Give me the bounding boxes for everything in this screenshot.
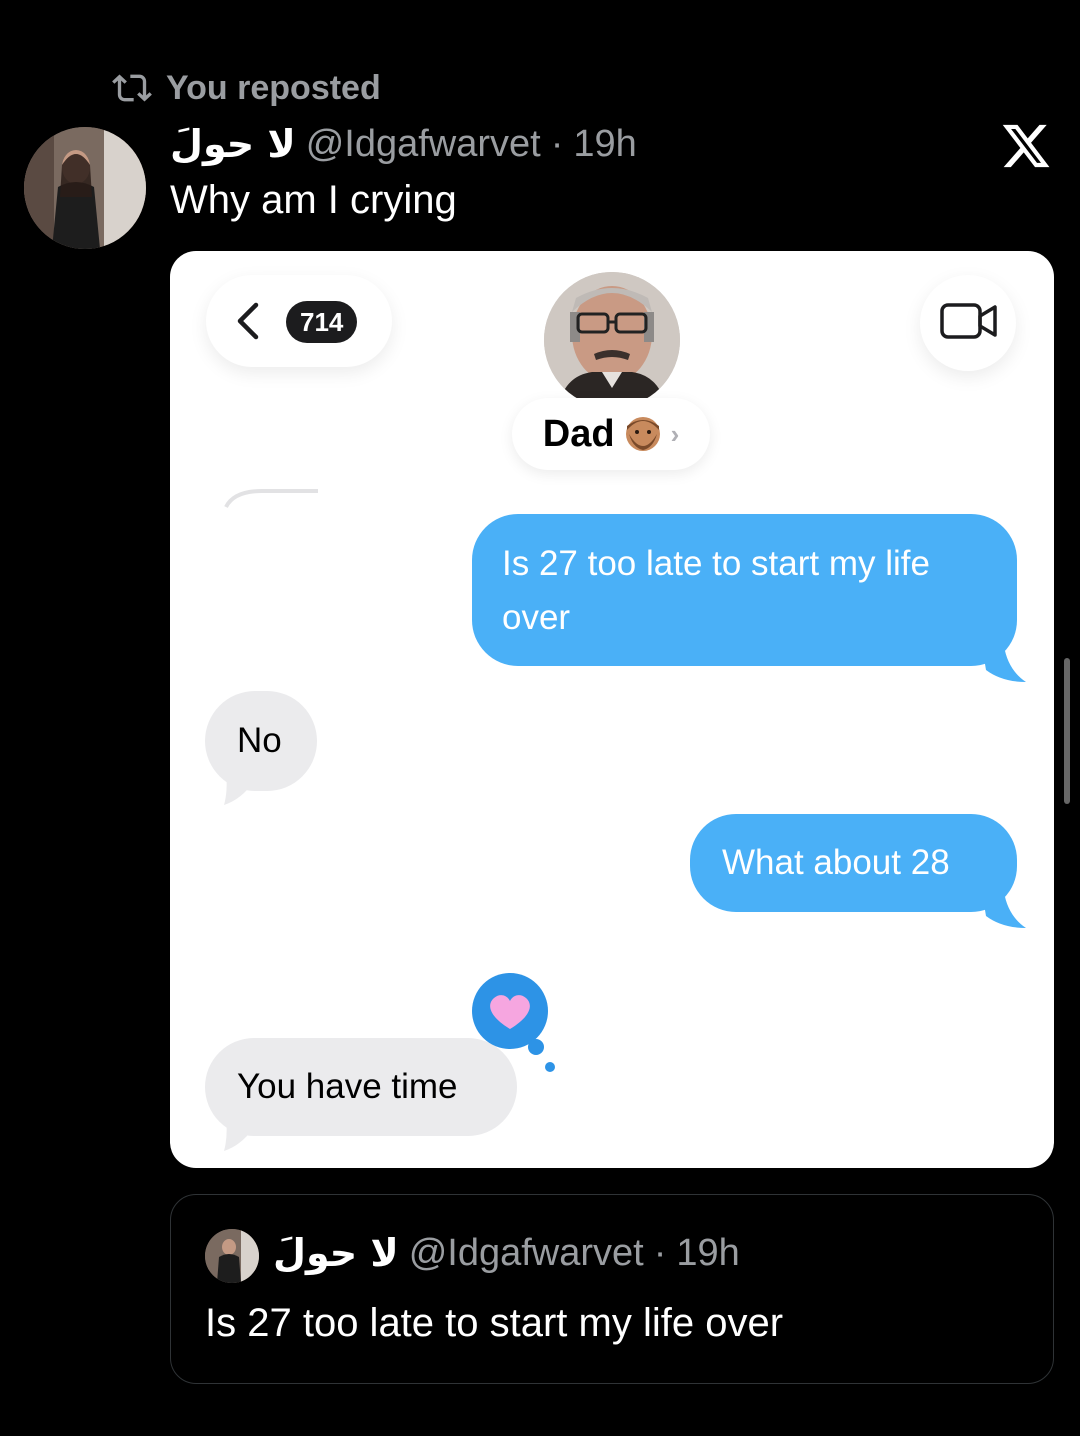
bearded-man-emoji-icon <box>625 417 660 451</box>
video-camera-icon <box>940 303 997 339</box>
repost-indicator: You reposted <box>112 68 381 108</box>
tweet-text: Why am I crying <box>170 178 457 222</box>
scrollbar[interactable] <box>1064 658 1070 804</box>
quoted-tweet[interactable]: لا حولَ @Idgafwarvet · 19h Is 27 too lat… <box>170 1194 1054 1384</box>
chevron-left-icon <box>237 302 259 340</box>
facetime-video-button[interactable] <box>920 275 1016 371</box>
tweet-header: لا حولَ @Idgafwarvet · 19h <box>170 122 637 166</box>
x-logo-icon <box>1002 124 1050 168</box>
partial-message-tail <box>224 489 318 509</box>
bubble-tail <box>982 646 1026 682</box>
quoted-handle[interactable]: @Idgafwarvet <box>409 1232 644 1275</box>
repost-label: You reposted <box>166 68 381 107</box>
avatar[interactable] <box>24 127 146 249</box>
back-button[interactable]: 714 <box>206 275 392 367</box>
bubble-tail <box>224 771 254 805</box>
quoted-timestamp[interactable]: 19h <box>676 1232 739 1275</box>
bubble-tail <box>982 892 1026 928</box>
quoted-avatar[interactable] <box>205 1229 259 1283</box>
handle[interactable]: @Idgafwarvet <box>306 123 541 166</box>
display-name[interactable]: لا حولَ <box>170 122 296 166</box>
media-image[interactable]: 714 Dad › Is 27 too late to start my lif… <box>170 251 1054 1168</box>
contact-name: Dad <box>542 412 615 455</box>
timestamp[interactable]: 19h <box>573 123 636 166</box>
heart-reaction-icon <box>472 973 548 1055</box>
separator-dot: · <box>550 122 564 165</box>
quoted-tweet-text: Is 27 too late to start my life over <box>205 1301 784 1345</box>
bubble-tail <box>224 1117 254 1151</box>
contact-name-button[interactable]: Dad › <box>512 398 710 470</box>
unread-count-badge: 714 <box>286 301 358 343</box>
repost-icon <box>112 74 152 102</box>
message-sent[interactable]: Is 27 too late to start my life over <box>472 514 1017 666</box>
message-sent[interactable]: What about 28 <box>690 814 1017 912</box>
reaction-dot <box>545 1062 555 1072</box>
quoted-display-name[interactable]: لا حولَ <box>273 1231 399 1275</box>
chevron-right-icon: › <box>670 418 680 449</box>
separator-dot: · <box>653 1231 667 1274</box>
quoted-tweet-header: لا حولَ @Idgafwarvet · 19h <box>273 1231 740 1275</box>
contact-avatar[interactable] <box>544 272 680 408</box>
